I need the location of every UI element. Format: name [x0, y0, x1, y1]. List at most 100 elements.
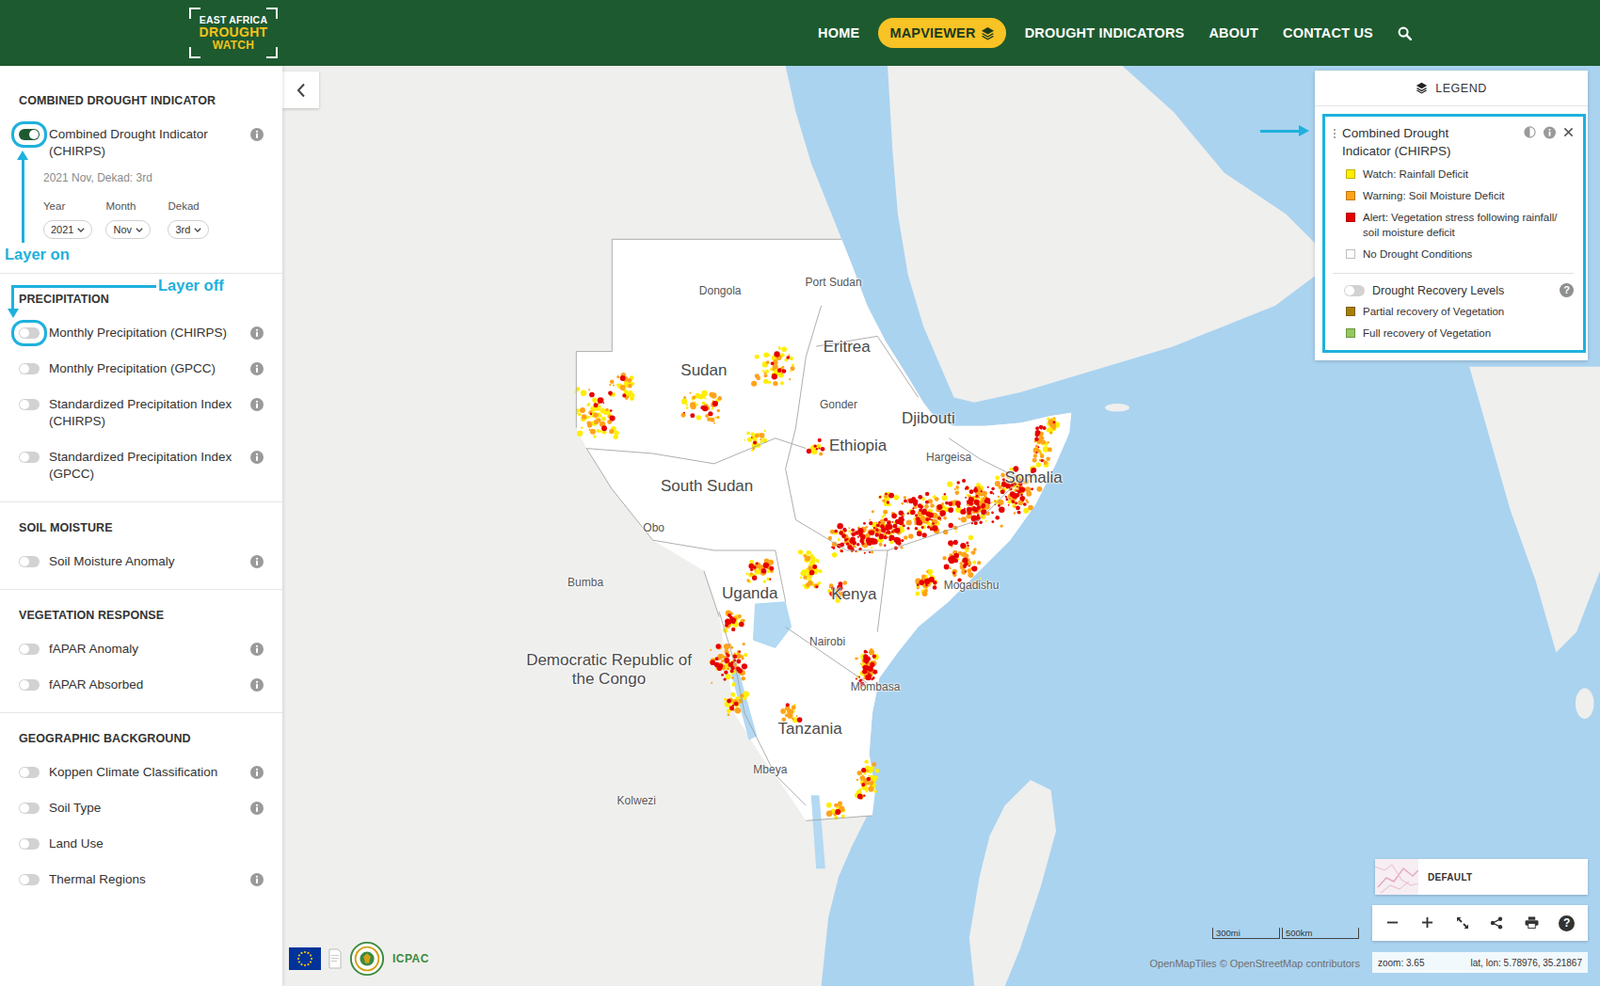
layer-item: fAPAR Absorbed — [18, 667, 264, 704]
selector: Year2021 — [43, 199, 93, 240]
toggle-highlight — [18, 399, 40, 411]
place-label: Tanzania — [778, 720, 843, 739]
toggle-knob — [19, 839, 30, 849]
layer-label[interactable]: Combined Drought Indicator (CHIRPS) — [48, 126, 241, 160]
selector: Dekad3rd — [167, 199, 217, 240]
layer-row: Soil Moisture Anomaly — [18, 544, 264, 580]
toggle-switch[interactable] — [18, 327, 40, 339]
layer-label[interactable]: fAPAR Anomaly — [48, 640, 241, 658]
section-title: VEGETATION RESPONSE — [18, 607, 264, 624]
layer-label[interactable]: Monthly Precipitation (GPCC) — [48, 360, 241, 378]
toggle-switch[interactable] — [18, 399, 40, 411]
nav-label: MAPVIEWER — [889, 25, 976, 41]
drag-handle-icon[interactable] — [1332, 128, 1337, 140]
nav-item[interactable]: HOME — [812, 17, 865, 48]
logo-corner — [189, 47, 201, 59]
color-swatch — [1345, 306, 1356, 317]
status-bar: zoom: 3.65lat, lon: 5.78976, 35.21867 — [1372, 952, 1588, 974]
chevron-down-icon — [193, 227, 202, 233]
help-button[interactable]: ? — [1552, 909, 1582, 938]
collapse-button[interactable] — [282, 71, 320, 109]
toggle-highlight — [18, 451, 40, 464]
layer-item: Thermal Regions — [18, 862, 264, 898]
info-icon[interactable] — [250, 326, 264, 340]
info-icon[interactable] — [1543, 126, 1556, 139]
place-label: Port Sudan — [805, 275, 863, 289]
share-button[interactable] — [1483, 909, 1512, 938]
layer-item: Combined Drought Indicator (CHIRPS)2021 … — [18, 116, 264, 264]
layer-label[interactable]: Standardized Precipitation Index (GPCC) — [48, 448, 241, 483]
layer-label[interactable]: Koppen Climate Classification — [48, 764, 241, 782]
toggle-switch[interactable] — [18, 643, 40, 656]
chevron-left-icon — [296, 82, 306, 98]
minus-button[interactable] — [1378, 909, 1408, 938]
place-label: Hargeisa — [926, 450, 972, 464]
info-icon[interactable] — [250, 642, 264, 656]
nav-item[interactable]: MAPVIEWER — [878, 17, 1006, 48]
print-button[interactable] — [1518, 909, 1547, 938]
layer-label[interactable]: Thermal Regions — [48, 871, 241, 889]
nav-item[interactable]: DROUGHT INDICATORS — [1019, 17, 1191, 48]
nav-item[interactable]: ABOUT — [1202, 17, 1264, 48]
place-label: Sudan — [680, 361, 727, 381]
place-label: Mombasa — [850, 680, 901, 694]
opacity-icon[interactable] — [1523, 126, 1536, 139]
toggle-highlight — [18, 838, 40, 850]
layer-label[interactable]: fAPAR Absorbed — [48, 676, 241, 694]
annotation-label: Layer off — [158, 275, 224, 295]
info-icon[interactable] — [250, 873, 264, 887]
info-icon[interactable] — [250, 450, 264, 464]
help-button[interactable]: ? — [1559, 283, 1574, 298]
legend-header[interactable]: LEGEND — [1314, 70, 1588, 107]
layer-item: Standardized Precipitation Index (CHIRPS… — [18, 386, 264, 440]
sidebar-section: PRECIPITATIONMonthly Precipitation (CHIR… — [0, 273, 283, 503]
layer-row: Standardized Precipitation Index (CHIRPS… — [18, 386, 264, 440]
toggle-switch[interactable] — [18, 838, 40, 850]
toggle-switch[interactable] — [18, 679, 40, 691]
plus-button[interactable] — [1413, 909, 1442, 938]
toggle-knob — [19, 803, 30, 814]
dropdown[interactable]: 2021 — [43, 220, 93, 240]
layer-label[interactable]: Standardized Precipitation Index (CHIRPS… — [48, 396, 241, 431]
nav-item[interactable]: CONTACT US — [1277, 17, 1379, 48]
info-icon[interactable] — [250, 128, 264, 142]
map-canvas[interactable]: DongolaPort SudanSudanEritreaGonderDjibo… — [282, 65, 1600, 986]
search-icon[interactable] — [1397, 26, 1412, 41]
toggle-switch[interactable] — [18, 128, 40, 141]
info-icon[interactable] — [250, 362, 264, 376]
info-icon[interactable] — [250, 801, 264, 816]
close-icon[interactable] — [1563, 127, 1574, 138]
toggle-switch[interactable] — [18, 767, 40, 779]
arrow-head — [7, 308, 19, 319]
fullscreen-button[interactable] — [1448, 909, 1477, 938]
recovery-label: Drought Recovery Levels — [1372, 284, 1504, 298]
arrow-line — [11, 285, 157, 288]
annotation-arrow — [1260, 125, 1310, 137]
dropdown-value: 3rd — [175, 224, 191, 236]
toggle-switch[interactable] — [18, 363, 40, 375]
toggle-switch[interactable] — [18, 556, 40, 568]
chevron-down-icon — [135, 227, 144, 233]
toggle-switch[interactable] — [18, 874, 40, 886]
layer-label[interactable]: Monthly Precipitation (CHIRPS) — [48, 324, 241, 342]
dropdown[interactable]: Nov — [105, 220, 151, 240]
attribution[interactable]: OpenMapTiles © OpenStreetMap contributor… — [1149, 958, 1360, 970]
layer-label[interactable]: Soil Moisture Anomaly — [48, 553, 241, 571]
legend-item: Full recovery of Vegetation — [1332, 325, 1574, 341]
toggle-highlight — [18, 363, 40, 375]
logo[interactable]: EAST AFRICADROUGHTWATCH — [189, 7, 278, 59]
layer-label[interactable]: Soil Type — [48, 800, 241, 817]
toggle-switch[interactable] — [18, 802, 40, 815]
place-label: Gonder — [819, 398, 858, 412]
legend-panel: LEGENDCombined Drought Indicator (CHIRPS… — [1314, 70, 1588, 361]
toggle-knob — [19, 768, 30, 778]
info-icon[interactable] — [250, 398, 264, 412]
info-icon[interactable] — [250, 766, 264, 780]
dropdown[interactable]: 3rd — [167, 220, 209, 240]
basemap-switcher[interactable]: DEFAULT — [1375, 859, 1588, 896]
layer-label[interactable]: Land Use — [48, 835, 264, 853]
toggle-switch[interactable] — [1344, 285, 1365, 297]
info-icon[interactable] — [250, 555, 264, 569]
info-icon[interactable] — [250, 678, 264, 692]
toggle-switch[interactable] — [18, 451, 40, 464]
